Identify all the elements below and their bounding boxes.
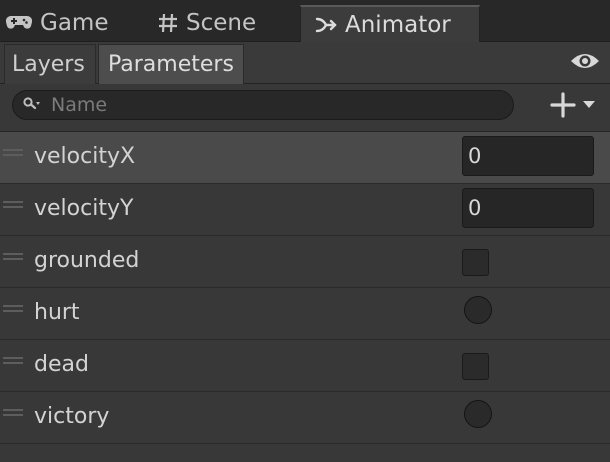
animator-icon (315, 15, 337, 35)
parameter-row-hurt[interactable]: hurt (0, 288, 610, 340)
drag-handle-icon[interactable] (3, 201, 23, 213)
search-input[interactable] (49, 93, 489, 117)
drag-handle-icon[interactable] (3, 357, 23, 369)
tab-game-label: Game (40, 10, 109, 36)
trigger-radio[interactable] (464, 296, 492, 324)
tab-layers[interactable]: Layers (4, 44, 96, 84)
parameter-row-dead[interactable]: dead (0, 340, 610, 392)
parameter-name: dead (34, 352, 89, 377)
parameter-row-grounded[interactable]: grounded (0, 236, 610, 288)
parameter-name: hurt (34, 300, 80, 325)
drag-handle-icon[interactable] (3, 305, 23, 317)
trigger-radio[interactable] (464, 400, 492, 428)
search-field[interactable] (12, 90, 514, 120)
tab-animator-label: Animator (345, 12, 451, 38)
parameter-list: velocityX 0 velocityY 0 grounded hurt de… (0, 132, 610, 444)
bool-checkbox[interactable] (462, 353, 489, 380)
window-tab-bar: Game Scene Animator (0, 0, 610, 43)
parameter-search-row (0, 84, 610, 132)
parameter-row-victory[interactable]: victory (0, 392, 610, 444)
drag-handle-icon[interactable] (3, 149, 23, 161)
tab-scene-label: Scene (186, 10, 257, 36)
tab-animator[interactable]: Animator (300, 5, 480, 43)
parameter-name: velocityX (34, 144, 136, 169)
drag-handle-icon[interactable] (3, 409, 23, 421)
tab-scene[interactable]: Scene (158, 4, 256, 42)
gamepad-icon (6, 14, 32, 32)
parameter-row-velocityx[interactable]: velocityX 0 (0, 132, 610, 184)
add-parameter-button[interactable] (548, 88, 602, 122)
hash-icon (158, 13, 178, 33)
float-value-field[interactable]: 0 (462, 136, 594, 176)
eye-icon[interactable] (570, 50, 600, 76)
float-value-field[interactable]: 0 (462, 188, 594, 228)
parameter-name: victory (34, 404, 110, 429)
tab-game[interactable]: Game (6, 4, 108, 42)
parameter-row-velocityy[interactable]: velocityY 0 (0, 184, 610, 236)
animator-subtab-bar: Layers Parameters (0, 42, 610, 84)
parameter-name: velocityY (34, 196, 134, 221)
bool-checkbox[interactable] (462, 249, 489, 276)
tab-parameters[interactable]: Parameters (98, 44, 244, 84)
drag-handle-icon[interactable] (3, 253, 23, 265)
search-icon[interactable] (23, 96, 41, 115)
parameter-name: grounded (34, 248, 140, 273)
